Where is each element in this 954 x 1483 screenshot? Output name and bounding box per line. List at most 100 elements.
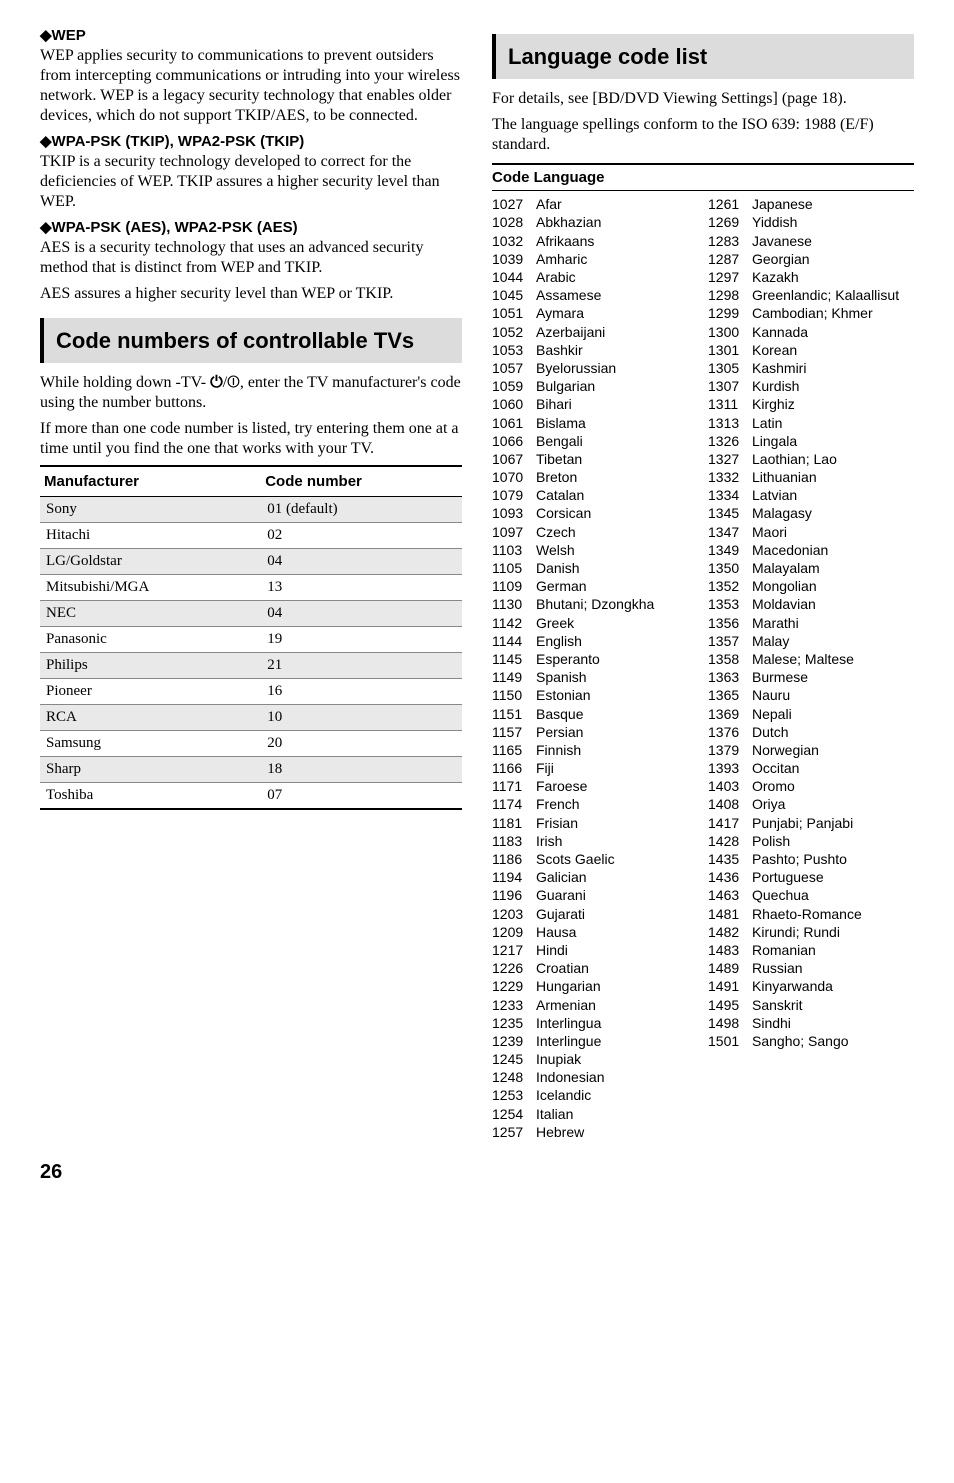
language-code: 1052 [492, 323, 536, 341]
language-code: 1349 [708, 541, 752, 559]
language-name: Norwegian [752, 741, 914, 759]
language-row: 1109German [492, 577, 698, 595]
language-row: 1365Nauru [708, 686, 914, 704]
language-row: 1233Armenian [492, 996, 698, 1014]
language-code: 1435 [708, 850, 752, 868]
language-code: 1183 [492, 832, 536, 850]
language-row: 1356Marathi [708, 614, 914, 632]
language-code: 1498 [708, 1014, 752, 1032]
language-name: Arabic [536, 268, 698, 286]
language-name: Bhutani; Dzongkha [536, 595, 698, 613]
code-cell: 04 [261, 549, 462, 575]
language-row: 1149Spanish [492, 668, 698, 686]
language-row: 1313Latin [708, 414, 914, 432]
language-name: Punjabi; Panjabi [752, 814, 914, 832]
code-cell: 16 [261, 679, 462, 705]
language-name: Javanese [752, 232, 914, 250]
manufacturer-cell: Hitachi [40, 523, 261, 549]
code-cell: 01 (default) [261, 497, 462, 523]
language-row: 1301Korean [708, 341, 914, 359]
language-row: 1245Inupiak [492, 1050, 698, 1068]
language-row: 1463Quechua [708, 886, 914, 904]
language-row: 1248Indonesian [492, 1068, 698, 1086]
language-row: 1283Javanese [708, 232, 914, 250]
language-name: Esperanto [536, 650, 698, 668]
tv-intro-1a: While holding down -TV- [40, 374, 210, 391]
language-code: 1301 [708, 341, 752, 359]
language-code: 1051 [492, 304, 536, 322]
language-code: 1365 [708, 686, 752, 704]
language-code: 1166 [492, 759, 536, 777]
language-row: 1428Polish [708, 832, 914, 850]
language-code: 1105 [492, 559, 536, 577]
language-code: 1229 [492, 977, 536, 995]
language-column-1: 1027Afar1028Abkhazian1032Afrikaans1039Am… [492, 195, 698, 1141]
language-code: 1028 [492, 213, 536, 231]
controllable-tvs-header: Code numbers of controllable TVs [40, 318, 462, 363]
code-cell: 20 [261, 731, 462, 757]
aes-heading: ◆WPA-PSK (AES), WPA2-PSK (AES) [40, 218, 462, 236]
language-name: Hausa [536, 923, 698, 941]
language-code: 1044 [492, 268, 536, 286]
language-code: 1235 [492, 1014, 536, 1032]
language-name: Scots Gaelic [536, 850, 698, 868]
language-code: 1194 [492, 868, 536, 886]
language-row: 1226Croatian [492, 959, 698, 977]
language-row: 1165Finnish [492, 741, 698, 759]
language-code: 1403 [708, 777, 752, 795]
manufacturer-cell: Panasonic [40, 627, 261, 653]
manufacturer-cell: Sony [40, 497, 261, 523]
language-name: Kurdish [752, 377, 914, 395]
language-row: 1032Afrikaans [492, 232, 698, 250]
language-name: Kazakh [752, 268, 914, 286]
language-row: 1097Czech [492, 523, 698, 541]
language-code: 1233 [492, 996, 536, 1014]
language-code: 1209 [492, 923, 536, 941]
language-row: 1482Kirundi; Rundi [708, 923, 914, 941]
language-name: Assamese [536, 286, 698, 304]
code-cell: 07 [261, 783, 462, 810]
manufacturer-cell: Pioneer [40, 679, 261, 705]
language-code: 1097 [492, 523, 536, 541]
language-row: 1287Georgian [708, 250, 914, 268]
th-manufacturer: Manufacturer [40, 466, 261, 497]
power-icon: ⏻ [210, 374, 223, 391]
language-code: 1057 [492, 359, 536, 377]
language-name: Oriya [752, 795, 914, 813]
language-row: 1053Bashkir [492, 341, 698, 359]
lang-intro-1: For details, see [BD/DVD Viewing Setting… [492, 89, 914, 109]
language-code: 1358 [708, 650, 752, 668]
language-name: Georgian [752, 250, 914, 268]
language-name: Hindi [536, 941, 698, 959]
manufacturer-cell: Philips [40, 653, 261, 679]
language-name: Kinyarwanda [752, 977, 914, 995]
code-cell: 02 [261, 523, 462, 549]
language-code: 1203 [492, 905, 536, 923]
language-row: 1181Frisian [492, 814, 698, 832]
language-code: 1428 [708, 832, 752, 850]
language-code: 1253 [492, 1086, 536, 1104]
language-row: 1253Icelandic [492, 1086, 698, 1104]
language-code: 1436 [708, 868, 752, 886]
table-row: Samsung20 [40, 731, 462, 757]
language-code: 1070 [492, 468, 536, 486]
language-row: 1051Aymara [492, 304, 698, 322]
language-code: 1350 [708, 559, 752, 577]
language-name: Occitan [752, 759, 914, 777]
language-name: Nepali [752, 705, 914, 723]
language-name: Macedonian [752, 541, 914, 559]
language-name: Sindhi [752, 1014, 914, 1032]
language-row: 1326Lingala [708, 432, 914, 450]
language-code: 1103 [492, 541, 536, 559]
language-code: 1060 [492, 395, 536, 413]
manufacturer-code-table: Manufacturer Code number Sony01 (default… [40, 465, 462, 810]
language-row: 1067Tibetan [492, 450, 698, 468]
table-row: Philips21 [40, 653, 462, 679]
language-name: Croatian [536, 959, 698, 977]
language-row: 1393Occitan [708, 759, 914, 777]
language-code: 1491 [708, 977, 752, 995]
language-row: 1045Assamese [492, 286, 698, 304]
table-row: NEC04 [40, 601, 462, 627]
language-row: 1379Norwegian [708, 741, 914, 759]
language-code: 1357 [708, 632, 752, 650]
